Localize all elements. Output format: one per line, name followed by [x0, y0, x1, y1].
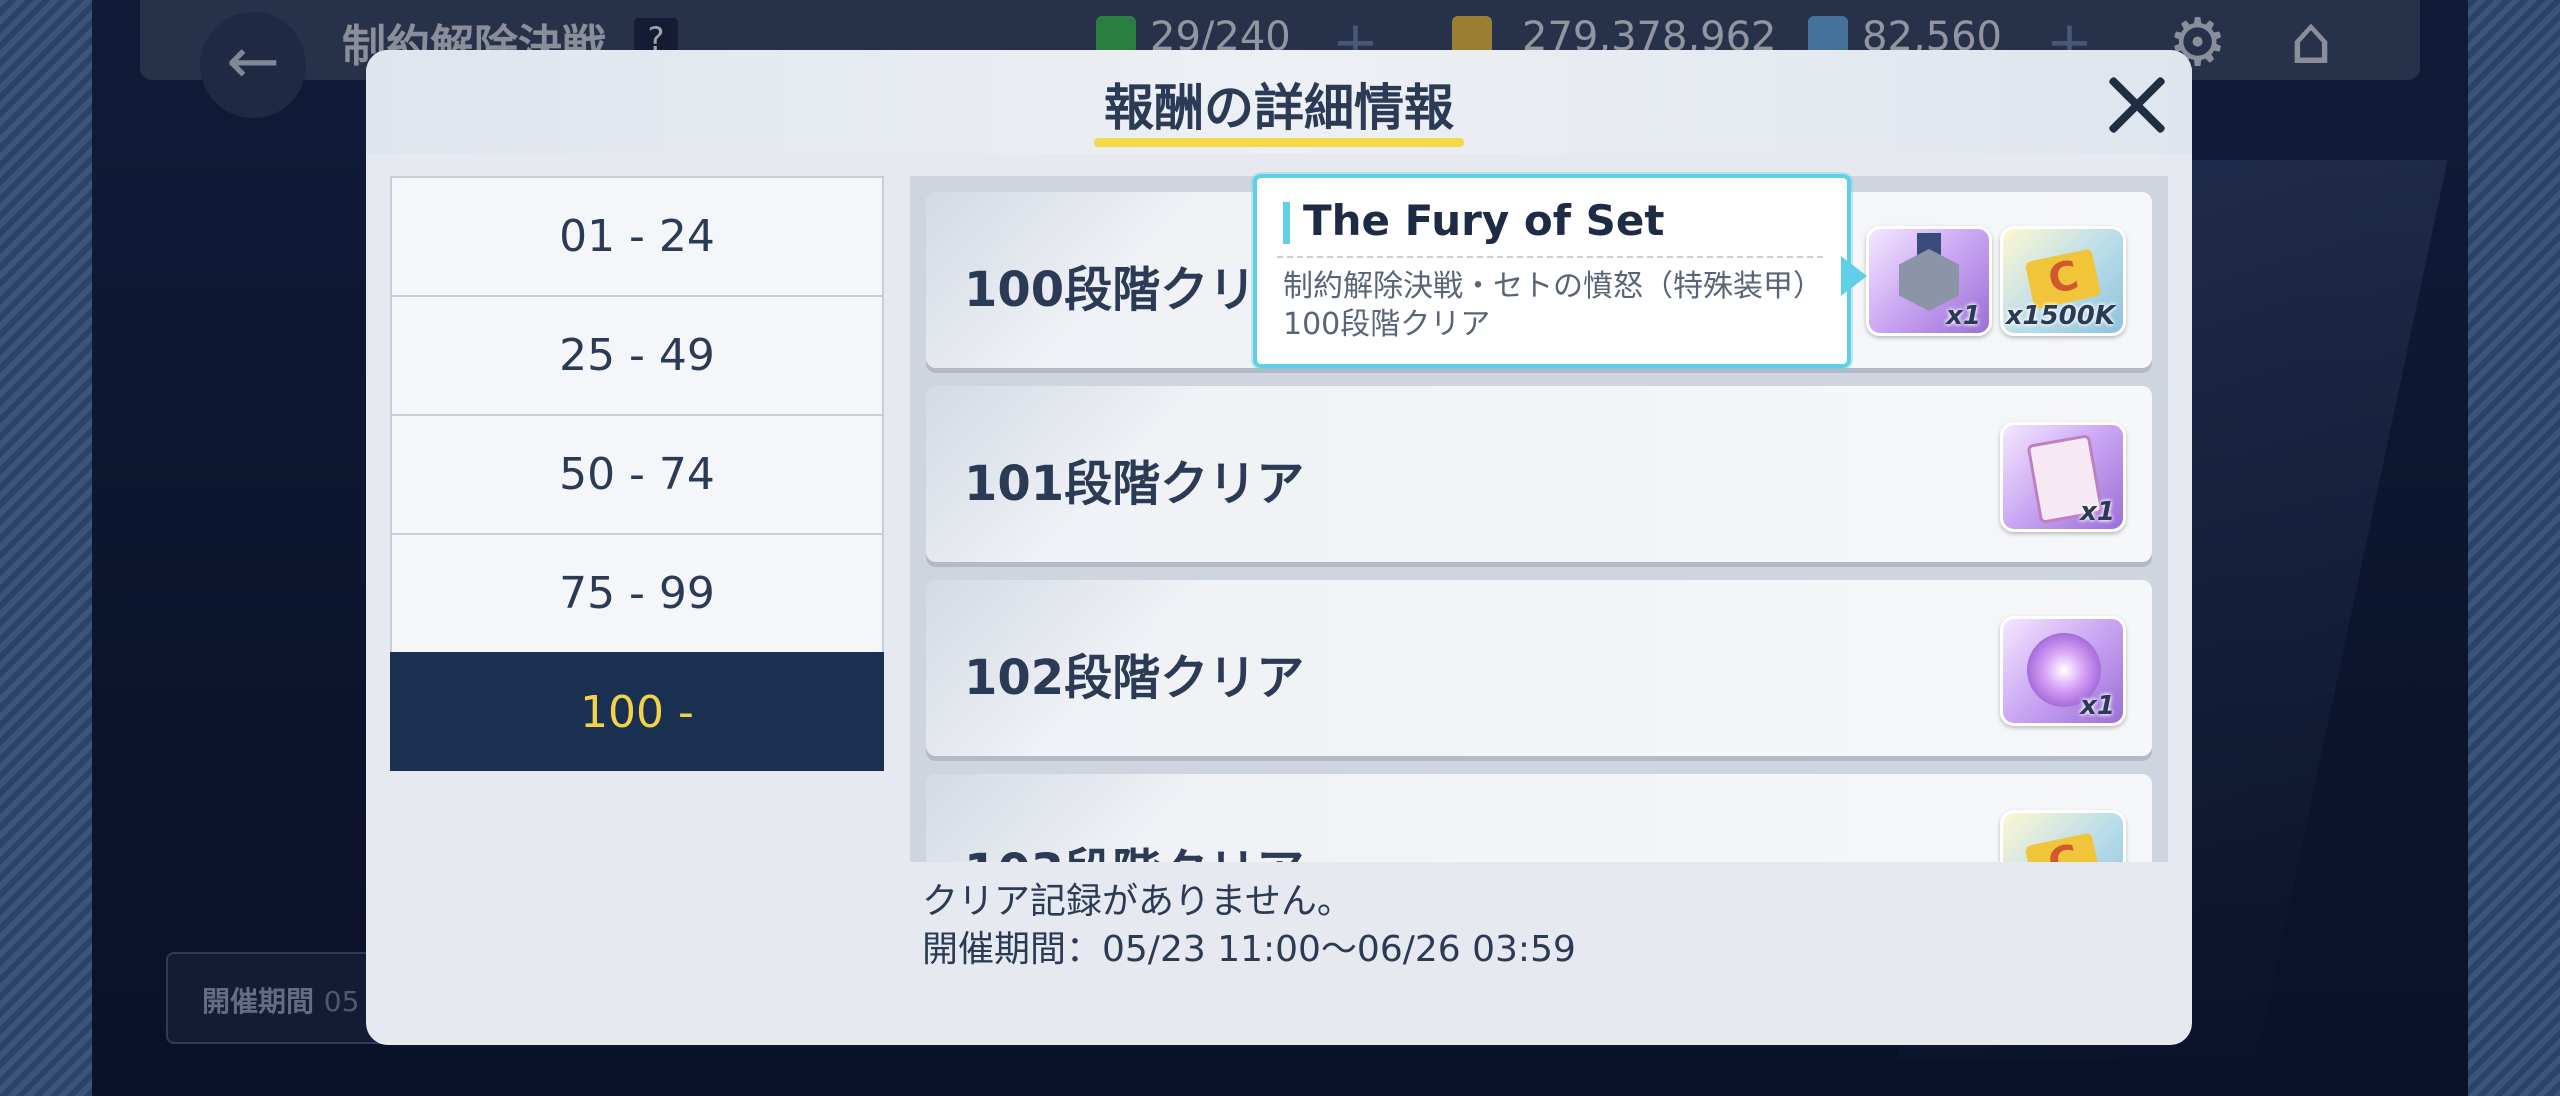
tooltip-desc-line: 制約解除決戦・セトの憤怒（特殊装甲） — [1283, 269, 1823, 304]
tier-tab-25-49[interactable]: 25 - 49 — [390, 295, 884, 414]
reward-row: 103段階クリア C — [926, 774, 2152, 862]
reward-row-label: 103段階クリア — [964, 832, 1304, 862]
reward-row-label: 102段階クリア — [964, 650, 1305, 706]
tier-tab-100[interactable]: 100 - — [390, 652, 884, 771]
close-button[interactable] — [2104, 72, 2170, 138]
reward-item-medal[interactable]: x1 — [1866, 226, 1992, 336]
no-record-text: クリア記録がありません。 — [922, 881, 1353, 922]
tier-list: 01 - 24 25 - 49 50 - 74 75 - 99 100 - — [390, 176, 884, 771]
tooltip-accent-bar — [1283, 202, 1290, 244]
item-quantity: x1500K — [2005, 301, 2115, 331]
reward-row-label: 101段階クリア — [964, 456, 1305, 512]
tooltip-pointer — [1841, 256, 1867, 296]
tier-tab-01-24[interactable]: 01 - 24 — [390, 176, 884, 295]
tooltip-description: 制約解除決戦・セトの憤怒（特殊装甲） 100段階クリア — [1283, 268, 1833, 344]
reward-item-credit[interactable]: C — [2000, 810, 2126, 862]
tier-tab-75-99[interactable]: 75 - 99 — [390, 533, 884, 652]
credit-icon: C — [2024, 832, 2102, 862]
modal-title: 報酬の詳細情報 — [1104, 79, 1454, 137]
footer-info: クリア記録がありません。 開催期間：05/23 11:00～06/26 03:5… — [922, 878, 1576, 974]
title-underline — [1094, 138, 1464, 147]
reward-row: 101段階クリア x1 — [926, 386, 2152, 562]
reward-item-star-orb[interactable]: x1 — [2000, 616, 2126, 726]
reward-item-clipboard[interactable]: x1 — [2000, 422, 2126, 532]
event-period-text: 開催期間：05/23 11:00～06/26 03:59 — [922, 929, 1576, 970]
item-quantity: x1 — [2080, 691, 2115, 721]
tooltip-title: The Fury of Set — [1303, 196, 1665, 245]
item-tooltip: The Fury of Set 制約解除決戦・セトの憤怒（特殊装甲） 100段階… — [1253, 174, 1851, 368]
tooltip-divider — [1277, 256, 1823, 258]
item-quantity: x1 — [1946, 301, 1981, 331]
reward-row: 102段階クリア x1 — [926, 580, 2152, 756]
item-quantity: x1 — [2080, 497, 2115, 527]
tooltip-desc-line: 100段階クリア — [1283, 307, 1491, 342]
reward-item-credit[interactable]: C x1500K — [2000, 226, 2126, 336]
tier-tab-50-74[interactable]: 50 - 74 — [390, 414, 884, 533]
